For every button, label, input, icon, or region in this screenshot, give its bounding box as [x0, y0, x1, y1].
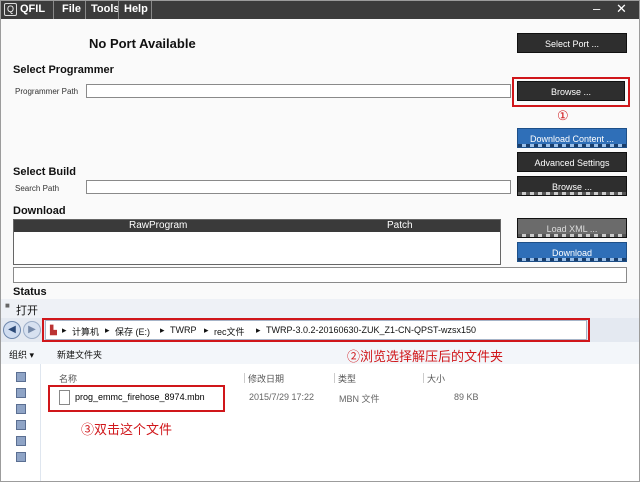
menu-separator: [53, 1, 54, 19]
programmer-path-label: Programmer Path: [15, 87, 79, 96]
screenshot-frame: Q QFIL File Tools Help – ✕ No Port Avail…: [0, 0, 640, 482]
file-name: prog_emmc_firehose_8974.mbn: [75, 392, 205, 402]
select-programmer-heading: Select Programmer: [13, 64, 114, 76]
button-progress-stripe: [518, 144, 626, 147]
navigation-pane: [1, 364, 41, 481]
select-build-heading: Select Build: [13, 166, 76, 178]
minimize-icon[interactable]: –: [593, 1, 600, 17]
grid-col-patch: Patch: [387, 220, 413, 231]
menu-file[interactable]: File: [62, 3, 81, 15]
app-title: QFIL: [20, 3, 46, 15]
browse-build-button[interactable]: Browse ...: [517, 176, 627, 196]
breadcrumb-separator: ▸: [62, 325, 67, 335]
qfil-titlebar: Q QFIL File Tools Help – ✕: [1, 1, 639, 19]
file-row[interactable]: prog_emmc_firehose_8974.mbn 2015/7/29 17…: [49, 386, 489, 410]
menu-tools[interactable]: Tools: [91, 3, 120, 15]
dialog-toolbar: 组织 ▾ 新建文件夹: [1, 342, 639, 364]
column-divider: [334, 373, 335, 383]
column-divider: [244, 373, 245, 383]
breadcrumb-separator: ▸: [105, 325, 110, 335]
nav-videos-icon[interactable]: [16, 452, 26, 462]
browse-label: Browse ...: [550, 87, 591, 97]
dialog-icon: ■: [5, 301, 10, 310]
nav-documents-icon[interactable]: [16, 404, 26, 414]
breadcrumb-separator: ▸: [160, 325, 165, 335]
button-progress-stripe: [518, 234, 626, 237]
nav-pictures-icon[interactable]: [16, 436, 26, 446]
select-port-button[interactable]: Select Port ...: [517, 33, 627, 53]
step3-annotation: ③双击这个文件: [81, 422, 173, 437]
download-content-label: Download Content ...: [529, 134, 615, 144]
column-header-size[interactable]: 大小: [427, 372, 445, 385]
column-header-name[interactable]: 名称: [59, 372, 77, 385]
nav-library-icon[interactable]: [16, 388, 26, 398]
breadcrumb-drive[interactable]: 保存 (E:): [115, 325, 150, 338]
column-divider: [423, 373, 424, 383]
breadcrumb-twrp[interactable]: TWRP: [170, 325, 197, 335]
select-port-label: Select Port ...: [544, 39, 600, 49]
search-path-label: Search Path: [15, 184, 60, 193]
breadcrumb[interactable]: ▙ ▸ 计算机 ▸ 保存 (E:) ▸ TWRP ▸ rec文件 ▸ TWRP-…: [45, 320, 587, 340]
breadcrumb-separator: ▸: [204, 325, 209, 335]
address-bar-area: ◀ ▶ ▙ ▸ 计算机 ▸ 保存 (E:) ▸ TWRP ▸ rec文件 ▸ T…: [1, 318, 639, 342]
load-xml-label: Load XML ...: [546, 224, 598, 234]
step1-marker: ①: [557, 108, 569, 123]
advanced-settings-button[interactable]: Advanced Settings: [517, 152, 627, 172]
breadcrumb-computer[interactable]: 计算机: [72, 325, 99, 338]
load-xml-button[interactable]: Load XML ...: [517, 218, 627, 238]
file-icon: [59, 390, 70, 405]
status-heading: Status: [13, 286, 47, 298]
breadcrumb-separator: ▸: [256, 325, 261, 335]
browse-build-label: Browse ...: [551, 182, 592, 192]
close-icon[interactable]: ✕: [616, 1, 627, 17]
qfil-main-panel: No Port Available Select Port ... Select…: [1, 19, 639, 299]
button-progress-stripe: [518, 192, 626, 195]
qfil-logo-icon: Q: [4, 3, 17, 16]
organize-button[interactable]: 组织 ▾: [9, 348, 34, 361]
open-file-dialog: ■ 打开 ◀ ▶ ▙ ▸ 计算机 ▸ 保存 (E:) ▸ TWRP ▸ rec文…: [1, 299, 639, 481]
new-folder-button[interactable]: 新建文件夹: [57, 348, 102, 361]
progress-field: [13, 267, 627, 283]
download-label: Download: [551, 248, 593, 258]
download-heading: Download: [13, 205, 66, 217]
menu-separator: [151, 1, 152, 19]
menu-separator: [118, 1, 119, 19]
browse-programmer-button[interactable]: Browse ...: [517, 81, 625, 101]
programmer-path-input[interactable]: [86, 84, 511, 98]
column-header-type[interactable]: 类型: [338, 372, 356, 385]
download-content-button[interactable]: Download Content ...: [517, 128, 627, 148]
menu-separator: [85, 1, 86, 19]
advanced-settings-label: Advanced Settings: [534, 158, 610, 168]
dialog-titlebar: ■ 打开: [1, 299, 639, 318]
breadcrumb-rec[interactable]: rec文件: [214, 325, 245, 338]
file-date: 2015/7/29 17:22: [249, 392, 315, 402]
file-size: 89 KB: [454, 392, 479, 402]
nav-favorites-icon[interactable]: [16, 372, 26, 382]
port-status: No Port Available: [89, 36, 196, 51]
folder-icon: ▙: [50, 325, 57, 335]
forward-icon[interactable]: ▶: [23, 321, 41, 339]
breadcrumb-build-folder[interactable]: TWRP-3.0.2-20160630-ZUK_Z1-CN-QPST-wzsx1…: [266, 325, 476, 335]
dialog-title: 打开: [16, 305, 38, 317]
back-icon[interactable]: ◀: [3, 321, 21, 339]
grid-col-rawprogram: RawProgram: [129, 220, 188, 231]
menu-help[interactable]: Help: [124, 3, 148, 15]
nav-music-icon[interactable]: [16, 420, 26, 430]
button-progress-stripe: [518, 258, 626, 261]
download-button[interactable]: Download: [517, 242, 627, 262]
grid-header: RawProgram Patch: [14, 220, 500, 232]
search-path-input[interactable]: [86, 180, 511, 194]
file-type: MBN 文件: [339, 394, 380, 404]
step2-annotation: ②浏览选择解压后的文件夹: [347, 349, 504, 364]
download-grid[interactable]: RawProgram Patch: [13, 219, 501, 265]
column-header-date[interactable]: 修改日期: [248, 372, 284, 385]
